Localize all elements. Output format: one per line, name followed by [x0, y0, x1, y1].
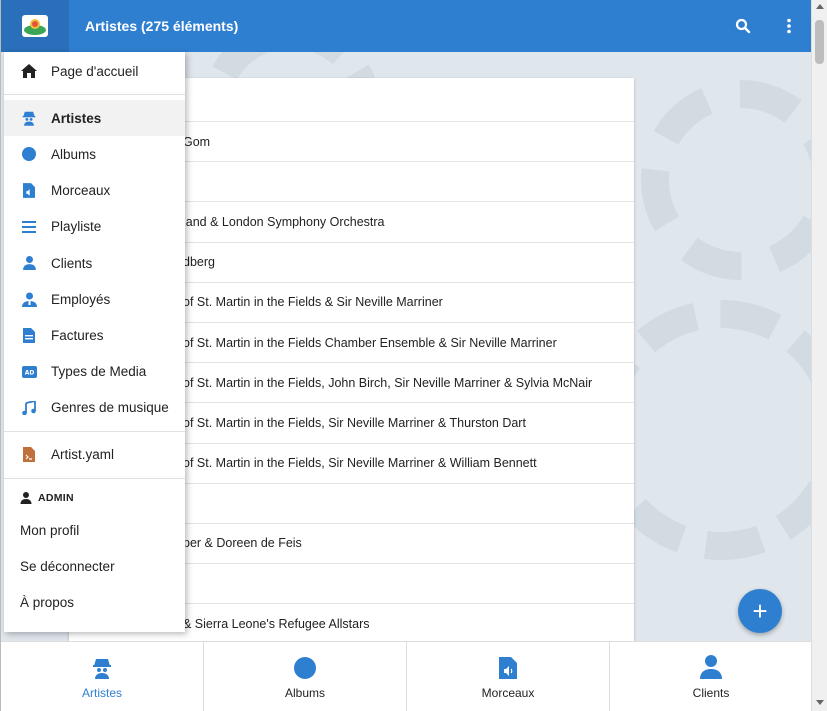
navigation-drawer: Page d'accueil Artistes Albums Morceaux	[4, 52, 185, 632]
app-logo-icon	[22, 15, 48, 37]
invoice-icon	[20, 326, 38, 344]
yaml-file-icon	[20, 446, 38, 464]
drawer-item-label: Factures	[51, 327, 104, 343]
drawer-item-label: Genres de musique	[51, 400, 169, 416]
divider	[4, 430, 185, 432]
drawer-item-home[interactable]: Page d'accueil	[4, 53, 185, 89]
drawer-item-label: Employés	[51, 291, 111, 307]
artist-icon	[92, 653, 112, 679]
divider	[4, 94, 185, 96]
more-options-button[interactable]	[766, 0, 811, 52]
home-icon	[20, 62, 38, 80]
scrollbar-thumb[interactable]	[815, 20, 824, 64]
window-scrollbar[interactable]	[811, 0, 827, 711]
bottom-nav-label: Albums	[284, 686, 325, 700]
bottom-nav-label: Artistes	[81, 686, 122, 700]
drawer-item-factures[interactable]: Factures	[4, 317, 185, 353]
drawer-item-label: Clients	[51, 255, 93, 271]
bottom-nav-label: Clients	[692, 686, 730, 700]
drawer-item-playliste[interactable]: Playliste	[4, 209, 185, 245]
bottom-nav-clients[interactable]: Clients	[610, 642, 811, 711]
drawer-item-label: Playliste	[51, 219, 102, 235]
client-icon	[700, 653, 722, 679]
background-gear	[641, 80, 811, 280]
add-icon: +	[752, 595, 768, 626]
svg-text:AD: AD	[24, 369, 34, 376]
more-vert-icon	[787, 18, 791, 34]
drawer-item-employes[interactable]: Employés	[4, 281, 185, 317]
drawer-item-clients[interactable]: Clients	[4, 245, 185, 281]
bottom-navigation: Artistes Albums Morceaux Clients	[1, 641, 811, 711]
artist-icon	[20, 109, 38, 127]
scroll-down-arrow-icon[interactable]	[816, 700, 824, 705]
drawer-item-a-propos[interactable]: À propos	[4, 584, 185, 620]
drawer-item-label: Artistes	[51, 110, 102, 126]
drawer-item-artistes[interactable]: Artistes	[4, 100, 185, 137]
track-icon	[20, 182, 38, 200]
drawer-item-label: Albums	[51, 146, 97, 162]
bottom-nav-artistes[interactable]: Artistes	[1, 642, 204, 711]
drawer-item-label: Page d'accueil	[51, 63, 139, 79]
drawer-item-genres-de-musique[interactable]: Genres de musique	[4, 390, 185, 426]
divider	[4, 478, 185, 480]
section-label: ADMIN	[38, 492, 74, 505]
bottom-nav-morceaux[interactable]: Morceaux	[407, 642, 610, 711]
drawer-item-label: Morceaux	[51, 183, 111, 199]
employees-icon	[20, 290, 38, 308]
drawer-item-label: Artist.yaml	[51, 447, 115, 463]
drawer-item-se-deconnecter[interactable]: Se déconnecter	[4, 548, 185, 584]
client-icon	[20, 254, 38, 272]
playlist-icon	[20, 218, 38, 236]
album-icon	[20, 145, 38, 163]
album-icon	[294, 653, 316, 679]
page-title: Artistes (275 éléments)	[85, 18, 239, 34]
music-note-icon	[20, 399, 38, 417]
admin-section-header: ADMIN	[4, 484, 185, 512]
app-logo[interactable]	[1, 0, 69, 52]
top-app-bar: Artistes (275 éléments)	[1, 0, 811, 52]
drawer-item-albums[interactable]: Albums	[4, 136, 185, 172]
search-button[interactable]	[720, 0, 766, 52]
drawer-item-morceaux[interactable]: Morceaux	[4, 173, 185, 209]
user-icon	[20, 492, 32, 505]
media-type-icon: AD	[20, 363, 38, 381]
drawer-item-label: Types de Media	[51, 364, 147, 380]
app-window: Artistes (275 éléments) Gom land & Londo…	[0, 0, 811, 711]
drawer-item-types-de-media[interactable]: AD Types de Media	[4, 354, 185, 390]
drawer-item-mon-profil[interactable]: Mon profil	[4, 512, 185, 548]
add-button[interactable]: +	[738, 589, 782, 633]
track-icon	[499, 653, 517, 679]
scroll-up-arrow-icon[interactable]	[816, 4, 824, 9]
drawer-item-artist-yaml[interactable]: Artist.yaml	[4, 437, 185, 473]
bottom-nav-albums[interactable]: Albums	[204, 642, 407, 711]
search-icon	[735, 18, 751, 34]
bottom-nav-label: Morceaux	[481, 686, 535, 700]
